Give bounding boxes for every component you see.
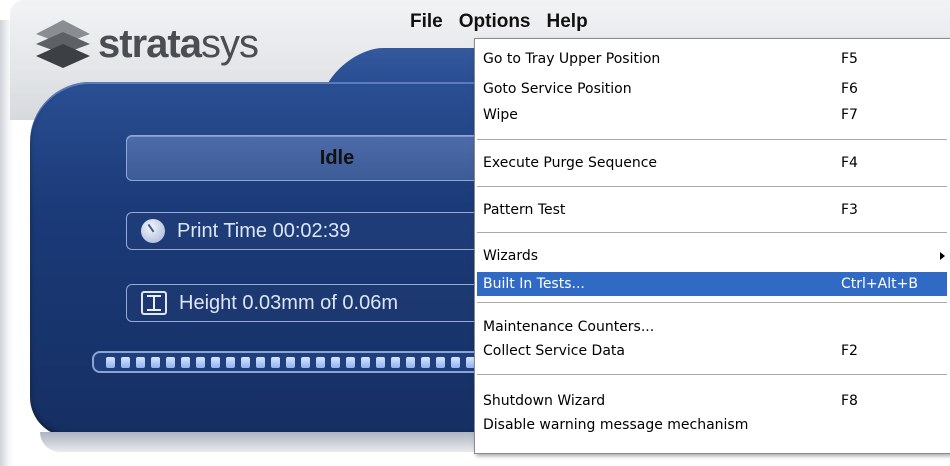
menu-item-label: Disable warning message mechanism	[483, 417, 749, 433]
menu-separator	[477, 232, 947, 234]
print-time-field: Print Time 00:02:39	[126, 212, 488, 250]
progress-segment	[286, 356, 295, 368]
progress-segment	[361, 356, 370, 368]
menu-item-wipe[interactable]: Wipe F7	[477, 103, 947, 127]
status-display: Idle	[126, 135, 488, 181]
menu-item-label: Goto Service Position	[483, 81, 632, 97]
menu-item-built-in-tests[interactable]: Built In Tests... Ctrl+Alt+B	[477, 272, 947, 296]
progress-segment	[346, 356, 355, 368]
progress-segment	[106, 356, 115, 368]
clock-icon	[141, 219, 165, 243]
status-text: Idle	[319, 147, 355, 169]
height-text: Height 0.03mm of 0.06m	[179, 291, 398, 314]
menu-item-shortcut: F6	[841, 81, 858, 97]
menu-item-label: Go to Tray Upper Position	[483, 51, 661, 67]
progress-segment	[316, 356, 325, 368]
progress-segment	[196, 356, 205, 368]
submenu-arrow-icon	[940, 252, 945, 260]
progress-segment	[451, 356, 460, 368]
progress-segment	[241, 356, 250, 368]
menu-item-disable-warning[interactable]: Disable warning message mechanism	[477, 413, 947, 437]
progress-bar	[92, 351, 512, 373]
menu-item-shortcut: F8	[841, 393, 858, 409]
menu-separator	[477, 139, 947, 141]
stratasys-logo-icon	[36, 20, 90, 68]
menu-options[interactable]: Options	[451, 10, 539, 34]
progress-segment	[151, 356, 160, 368]
progress-segment	[166, 356, 175, 368]
menu-item-pattern-test[interactable]: Pattern Test F3	[477, 198, 947, 222]
menu-item-tray-upper[interactable]: Go to Tray Upper Position F5	[477, 47, 947, 71]
app-window: stratasys File Options Help Idle Print T…	[0, 0, 950, 466]
menu-item-maintenance-counters[interactable]: Maintenance Counters...	[477, 315, 947, 339]
menu-item-shortcut: F5	[841, 51, 858, 67]
height-icon	[141, 291, 167, 315]
menu-bar: File Options Help	[402, 10, 596, 34]
progress-segment	[436, 356, 445, 368]
menu-separator	[477, 302, 947, 304]
menu-separator	[477, 374, 947, 376]
menu-item-shortcut: F4	[841, 155, 858, 171]
progress-segment	[406, 356, 415, 368]
menu-item-wizards[interactable]: Wizards	[477, 244, 947, 268]
menu-item-shortcut: F3	[841, 202, 858, 218]
progress-segment	[256, 356, 265, 368]
options-menu: Go to Tray Upper Position F5 Goto Servic…	[474, 38, 950, 454]
menu-item-shortcut: F2	[841, 343, 858, 359]
progress-segment	[376, 356, 385, 368]
menu-item-shortcut: F7	[841, 107, 858, 123]
menu-help[interactable]: Help	[539, 10, 596, 34]
menu-item-label: Collect Service Data	[483, 343, 625, 359]
menu-item-label: Execute Purge Sequence	[483, 155, 658, 171]
progress-segment	[391, 356, 400, 368]
menu-item-label: Wizards	[483, 248, 539, 264]
height-field: Height 0.03mm of 0.06m	[126, 284, 488, 322]
menu-item-shutdown-wizard[interactable]: Shutdown Wizard F8	[477, 389, 947, 413]
stratasys-logo: stratasys	[34, 18, 259, 70]
menu-item-shortcut: Ctrl+Alt+B	[841, 276, 918, 292]
progress-segment	[181, 356, 190, 368]
progress-segment	[121, 356, 130, 368]
logo-wordmark: stratasys	[98, 21, 259, 66]
menu-item-collect-service-data[interactable]: Collect Service Data F2	[477, 339, 947, 363]
progress-segment	[271, 356, 280, 368]
menu-item-service-position[interactable]: Goto Service Position F6	[477, 77, 947, 101]
progress-segment	[301, 356, 310, 368]
menu-item-label: Built In Tests...	[483, 276, 585, 292]
progress-segment	[211, 356, 220, 368]
menu-item-label: Wipe	[483, 107, 518, 123]
menu-item-purge-sequence[interactable]: Execute Purge Sequence F4	[477, 151, 947, 175]
menu-item-label: Shutdown Wizard	[483, 393, 606, 409]
menu-item-label: Maintenance Counters...	[483, 319, 655, 335]
progress-segment	[331, 356, 340, 368]
progress-segment	[421, 356, 430, 368]
print-time-text: Print Time 00:02:39	[177, 219, 351, 242]
progress-segment	[136, 356, 145, 368]
progress-segment	[226, 356, 235, 368]
menu-separator	[477, 186, 947, 188]
menu-item-label: Pattern Test	[483, 202, 566, 218]
menu-file[interactable]: File	[402, 10, 451, 34]
